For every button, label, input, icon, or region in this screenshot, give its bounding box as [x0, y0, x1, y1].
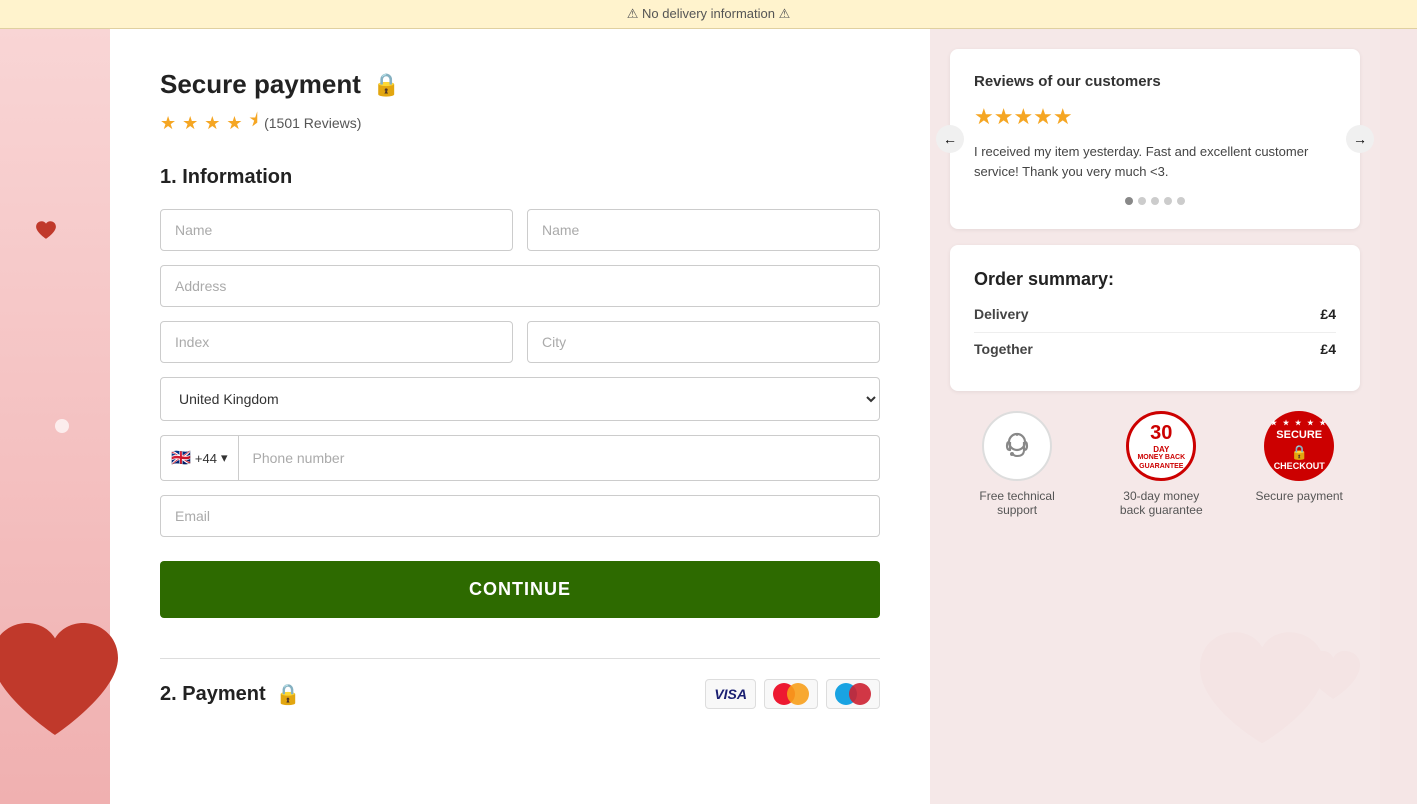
page-title-row: Secure payment 🔒	[160, 69, 880, 100]
address-row	[160, 265, 880, 307]
stamp-moneyback: MONEY BACK	[1137, 454, 1185, 462]
review-stars: ★★★★★	[974, 104, 1336, 130]
maestro-red-circle	[849, 683, 871, 705]
stamp-30: 30	[1150, 421, 1172, 445]
stamp-guarantee: GUARANTEE	[1139, 463, 1183, 471]
moneyback-icon-stamp: 30 DAY MONEY BACK GUARANTEE	[1126, 411, 1196, 481]
payment-title: 2. Payment 🔒	[160, 682, 301, 707]
page-title-text: Secure payment	[160, 69, 361, 100]
payment-lock-icon: 🔒	[276, 682, 301, 707]
support-badge-label: Free technical support	[967, 489, 1067, 517]
first-name-input[interactable]	[160, 209, 513, 251]
heart-decoration-large	[0, 614, 125, 744]
mastercard-badge	[764, 679, 818, 709]
dot-decoration	[55, 419, 69, 433]
right-panel-hearts-decoration	[1190, 610, 1370, 784]
carousel-dots	[974, 197, 1336, 205]
together-label: Together	[974, 341, 1033, 357]
secure-icon-circle: ★ ★ ★ ★ ★ SECURE 🔒 CHECKOUT	[1264, 411, 1334, 481]
stamp-day: DAY	[1153, 445, 1169, 455]
phone-row: 🇬🇧 +44 ▾	[160, 435, 880, 481]
star-half: ⯨	[249, 108, 259, 138]
star-1: ★	[160, 113, 176, 134]
uk-flag-icon: 🇬🇧	[171, 448, 191, 468]
order-divider	[974, 332, 1336, 333]
moneyback-badge-label: 30-day money back guarantee	[1111, 489, 1211, 517]
trust-badge-moneyback: 30 DAY MONEY BACK GUARANTEE 30-day money…	[1111, 411, 1211, 517]
continue-button[interactable]: CONTINUE	[160, 561, 880, 618]
heart-decoration-small	[35, 219, 57, 241]
delivery-label: Delivery	[974, 306, 1028, 322]
dot-5	[1177, 197, 1185, 205]
visa-badge: VISA	[705, 679, 756, 709]
review-text: I received my item yesterday. Fast and e…	[974, 142, 1336, 181]
secure-text: SECURE	[1276, 428, 1322, 442]
trust-badge-support: Free technical support	[967, 411, 1067, 517]
carousel-next-button[interactable]: →	[1346, 125, 1374, 153]
mc-orange-circle	[787, 683, 809, 705]
index-city-row	[160, 321, 880, 363]
section-info-title: 1. Information	[160, 166, 880, 189]
payment-section: 2. Payment 🔒 VISA	[160, 679, 880, 709]
left-decoration	[0, 29, 110, 804]
order-row-together: Together £4	[974, 341, 1336, 357]
delivery-warning-banner: ⚠ No delivery information ⚠	[0, 0, 1417, 29]
reviews-count: (1501 Reviews)	[264, 115, 361, 131]
headset-icon	[999, 428, 1035, 464]
dot-2	[1138, 197, 1146, 205]
reviews-card: Reviews of our customers ★★★★★ I receive…	[950, 49, 1360, 229]
reviews-title: Reviews of our customers	[974, 73, 1336, 90]
title-lock-icon: 🔒	[373, 72, 400, 98]
payment-icons-row: VISA	[705, 679, 880, 709]
right-panel: Reviews of our customers ★★★★★ I receive…	[930, 29, 1380, 804]
name-row	[160, 209, 880, 251]
main-form-area: Secure payment 🔒 ★ ★ ★ ★ ⯨ (1501 Reviews…	[110, 29, 930, 804]
star-2: ★	[182, 113, 198, 134]
banner-text: ⚠ No delivery information ⚠	[627, 6, 790, 21]
trust-badges-row: Free technical support 30 DAY MONEY BACK…	[950, 411, 1360, 517]
phone-country-code: +44	[195, 451, 217, 466]
star-4: ★	[226, 113, 242, 134]
dot-3	[1151, 197, 1159, 205]
stars-row: ★ ★ ★ ★ ⯨ (1501 Reviews)	[160, 108, 880, 138]
city-input[interactable]	[527, 321, 880, 363]
trust-badge-secure: ★ ★ ★ ★ ★ SECURE 🔒 CHECKOUT Secure payme…	[1256, 411, 1343, 503]
delivery-value: £4	[1320, 306, 1336, 322]
address-input[interactable]	[160, 265, 880, 307]
form-divider	[160, 658, 880, 659]
dot-4	[1164, 197, 1172, 205]
maestro-badge	[826, 679, 880, 709]
phone-number-input[interactable]	[238, 435, 880, 481]
together-value: £4	[1320, 341, 1336, 357]
payment-title-text: 2. Payment	[160, 683, 266, 706]
carousel-prev-button[interactable]: ←	[936, 125, 964, 153]
order-row-delivery: Delivery £4	[974, 306, 1336, 322]
checkout-text: CHECKOUT	[1274, 461, 1325, 473]
email-input[interactable]	[160, 495, 880, 537]
order-summary-title: Order summary:	[974, 269, 1336, 290]
dot-1	[1125, 197, 1133, 205]
prefix-dropdown-icon: ▾	[221, 450, 228, 466]
secure-lock-icon: 🔒	[1290, 443, 1307, 461]
support-icon-circle	[982, 411, 1052, 481]
country-select[interactable]: United Kingdom United States Canada Aust…	[160, 377, 880, 421]
country-row: United Kingdom United States Canada Aust…	[160, 377, 880, 421]
secure-stars: ★ ★ ★ ★ ★	[1271, 419, 1328, 428]
order-summary-card: Order summary: Delivery £4 Together £4	[950, 245, 1360, 391]
last-name-input[interactable]	[527, 209, 880, 251]
phone-prefix-selector[interactable]: 🇬🇧 +44 ▾	[160, 435, 238, 481]
secure-badge-label: Secure payment	[1256, 489, 1343, 503]
star-3: ★	[204, 113, 220, 134]
email-row	[160, 495, 880, 537]
index-input[interactable]	[160, 321, 513, 363]
